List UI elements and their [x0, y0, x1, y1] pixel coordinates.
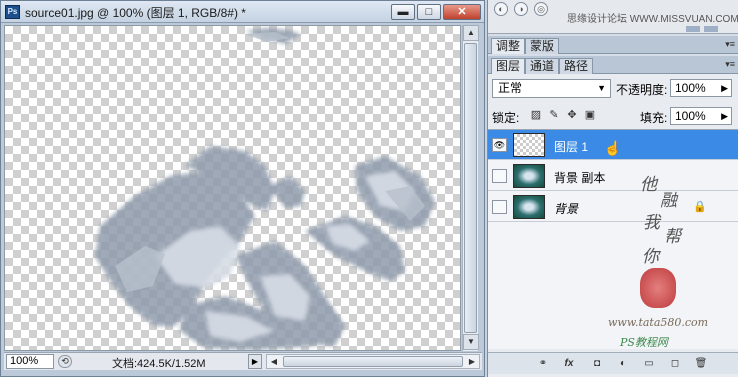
layers-panel: 正常 ▼ 不透明度: 100% ▶ 锁定: ▨ ✎ ✥ ▣ 填充: 100% ▶…	[488, 74, 738, 377]
layer-row-background-copy[interactable]: 背景 副本	[488, 161, 738, 191]
photoshop-logo-icon: Ps	[5, 5, 20, 19]
panel-collapse-control[interactable]	[686, 26, 700, 32]
fill-field[interactable]: 100% ▶	[670, 107, 732, 125]
tab-layers[interactable]: 图层	[491, 58, 526, 74]
layer-name[interactable]: 图层 1	[554, 138, 588, 155]
handwriting-char: 我	[643, 213, 660, 233]
tab-channels[interactable]: 通道	[525, 58, 560, 74]
layer-list: 👁 图层 1 ☝ 背景 副本 背景 🔒 他 融 我 帮 你 www.tata58…	[488, 129, 738, 349]
fill-value: 100%	[675, 109, 706, 123]
vertical-scroll-thumb[interactable]	[464, 43, 477, 333]
image-canvas[interactable]	[4, 25, 461, 351]
handwriting-char: 你	[642, 247, 659, 267]
minimize-button[interactable]: ▬	[391, 4, 415, 20]
lock-pixels-brush-icon[interactable]: ✎	[548, 109, 560, 121]
layer-thumbnail	[513, 164, 545, 188]
handwriting-char: 融	[660, 191, 677, 211]
blend-mode-select[interactable]: 正常 ▼	[492, 79, 611, 98]
tab-masks[interactable]: 蒙版	[525, 38, 560, 54]
tab-paths[interactable]: 路径	[559, 58, 594, 74]
restore-button[interactable]: □	[417, 4, 441, 20]
lock-icon: 🔒	[693, 201, 707, 213]
panel-expand-control[interactable]	[704, 26, 718, 32]
scroll-down-arrow-icon[interactable]: ▼	[463, 334, 479, 350]
panel-dock: ◐ ◑ ◎ 思缘设计论坛 WWW.MISSVUAN.COM 调整 蒙版 ▾≡ 图…	[487, 0, 738, 377]
watermark-url: www.tata580.com	[608, 316, 709, 329]
eye-visibility-empty-icon[interactable]	[492, 200, 507, 214]
handwriting-char: 帮	[664, 227, 681, 247]
tab-adjustments[interactable]: 调整	[491, 38, 526, 54]
status-info-icon[interactable]: ⟲	[58, 355, 72, 368]
opacity-field[interactable]: 100% ▶	[670, 79, 732, 97]
scroll-left-arrow-icon[interactable]: ◀	[267, 355, 281, 368]
panel-tool-icon-3[interactable]: ◎	[534, 2, 548, 16]
layer-name[interactable]: 背景 副本	[554, 169, 605, 186]
eye-visibility-empty-icon[interactable]	[492, 169, 507, 183]
panel-tool-icon-2[interactable]: ◑	[514, 2, 528, 16]
document-title: source01.jpg @ 100% (图层 1, RGB/8#) *	[25, 6, 246, 20]
link-layers-icon[interactable]: ⚭	[536, 357, 550, 371]
photoshop-window: Ps source01.jpg @ 100% (图层 1, RGB/8#) * …	[0, 0, 738, 377]
horizontal-scrollbar[interactable]: ◀ ▶	[266, 354, 480, 369]
top-watermark: 思缘设计论坛 WWW.MISSVUAN.COM	[567, 14, 738, 25]
layers-panel-menu-icon[interactable]: ▾≡	[725, 59, 735, 70]
layer-thumbnail	[513, 133, 545, 157]
extracted-smoke-image	[95, 28, 435, 350]
lock-position-move-icon[interactable]: ✥	[566, 109, 578, 121]
fill-arrow-icon[interactable]: ▶	[721, 108, 728, 124]
scroll-right-arrow-icon[interactable]: ▶	[465, 355, 479, 368]
status-bar: 100% ⟲ 文档:424.5K/1.52M ▶ ◀ ▶	[4, 352, 482, 370]
opacity-value: 100%	[675, 81, 706, 95]
layer-name[interactable]: 背景	[554, 200, 578, 217]
close-button[interactable]: ✕	[443, 4, 481, 20]
lock-label: 锁定:	[492, 111, 520, 125]
status-menu-arrow-icon[interactable]: ▶	[248, 354, 262, 369]
watermark-site: PS教程网	[620, 336, 668, 349]
adjustment-layer-icon[interactable]: ◐	[616, 357, 630, 371]
panel-menu-icon[interactable]: ▾≡	[725, 39, 735, 50]
collapsed-panel-strip: ◐ ◑ ◎ 思缘设计论坛 WWW.MISSVUAN.COM	[488, 0, 738, 34]
red-seal-stamp	[640, 268, 676, 308]
opacity-arrow-icon[interactable]: ▶	[721, 80, 728, 96]
add-mask-icon[interactable]: ◘	[590, 357, 604, 371]
new-group-folder-icon[interactable]: ▭	[642, 357, 656, 371]
document-size-info: 文档:424.5K/1.52M	[112, 358, 206, 370]
zoom-level-field[interactable]: 100%	[6, 354, 54, 369]
fill-label: 填充:	[640, 111, 668, 125]
lock-all-icon[interactable]: ▣	[584, 109, 596, 121]
chevron-down-icon: ▼	[597, 83, 606, 93]
layer-row-background[interactable]: 背景 🔒	[488, 192, 738, 222]
adjustments-tab-row: 调整 蒙版 ▾≡	[488, 36, 738, 54]
opacity-label: 不透明度:	[616, 83, 668, 97]
delete-layer-trash-icon[interactable]: 🗑	[694, 357, 708, 371]
layers-tab-row: 图层 通道 路径 ▾≡	[488, 56, 738, 74]
hand-cursor-icon: ☝	[604, 140, 622, 156]
horizontal-scroll-thumb[interactable]	[283, 356, 463, 367]
layers-bottom-toolbar: ⚭ fx ◘ ◐ ▭ ◻ 🗑	[488, 352, 738, 374]
layer-row-layer1[interactable]: 👁 图层 1 ☝	[488, 130, 738, 160]
blend-mode-value: 正常	[498, 81, 523, 95]
layer-style-fx-icon[interactable]: fx	[562, 357, 576, 371]
eye-visibility-icon[interactable]: 👁	[492, 138, 507, 152]
document-titlebar[interactable]: Ps source01.jpg @ 100% (图层 1, RGB/8#) * …	[1, 1, 484, 23]
scroll-up-arrow-icon[interactable]: ▲	[463, 25, 479, 41]
lock-transparency-icon[interactable]: ▨	[530, 109, 542, 121]
new-layer-icon[interactable]: ◻	[668, 357, 682, 371]
panel-tool-icon[interactable]: ◐	[494, 2, 508, 16]
document-window: Ps source01.jpg @ 100% (图层 1, RGB/8#) * …	[0, 0, 485, 377]
layer-thumbnail	[513, 195, 545, 219]
handwriting-char: 他	[640, 175, 657, 195]
vertical-scrollbar[interactable]: ▲ ▼	[462, 25, 479, 351]
